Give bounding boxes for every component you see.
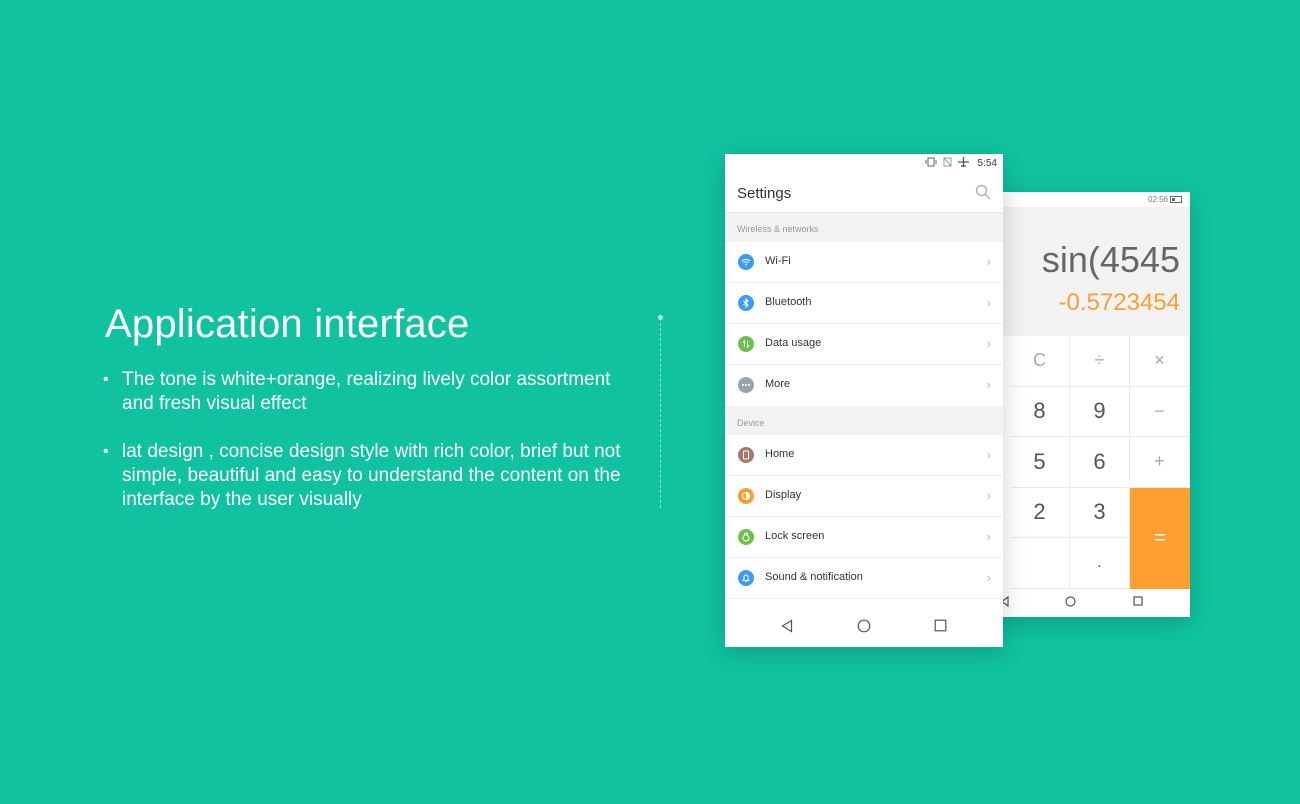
key-multiply[interactable]: × xyxy=(1130,336,1189,386)
feature-text: The tone is white+orange, realizing live… xyxy=(122,369,611,414)
settings-header: Settings xyxy=(725,174,1003,213)
chevron-right-icon: › xyxy=(986,529,991,544)
bluetooth-icon xyxy=(738,295,754,311)
key-blank[interactable] xyxy=(1010,538,1069,588)
section-title: Device xyxy=(737,418,765,428)
calc-expression: sin(4545 xyxy=(1041,239,1180,280)
settings-item-display[interactable]: Display › xyxy=(725,476,1003,517)
section-header-device: Device xyxy=(725,406,1003,435)
feature-bullet: • The tone is white+orange, realizing li… xyxy=(103,368,633,416)
section-title: Wireless & networks xyxy=(737,224,819,234)
settings-item-wifi[interactable]: Wi-Fi › xyxy=(725,242,1003,283)
settings-item-label: Home xyxy=(765,448,795,460)
bell-icon xyxy=(738,570,754,586)
search-icon[interactable] xyxy=(975,184,991,200)
settings-screen: 5:54 Settings Wireless & networks Wi-Fi … xyxy=(725,154,1003,647)
key-9[interactable]: 9 xyxy=(1070,386,1129,436)
key-equals[interactable]: = xyxy=(1130,487,1190,589)
settings-title: Settings xyxy=(737,185,792,202)
settings-item-label: Sound & notification xyxy=(765,571,863,583)
more-icon xyxy=(738,377,754,393)
key-dot[interactable]: . xyxy=(1070,538,1129,588)
key-divide[interactable]: ÷ xyxy=(1070,336,1129,386)
chevron-right-icon: › xyxy=(986,254,991,269)
key-6[interactable]: 6 xyxy=(1070,437,1129,487)
settings-item-lock-screen[interactable]: Lock screen › xyxy=(725,517,1003,558)
calc-status-bar: 02:56 xyxy=(1148,195,1182,204)
status-bar: 5:54 xyxy=(725,154,1003,174)
settings-item-label: Bluetooth xyxy=(765,296,812,308)
dashed-divider xyxy=(658,315,663,508)
display-icon xyxy=(738,488,754,504)
recents-icon[interactable] xyxy=(1133,596,1143,606)
status-icons xyxy=(925,157,969,170)
settings-item-bluetooth[interactable]: Bluetooth › xyxy=(725,283,1003,324)
calc-status-time: 02:56 xyxy=(1147,195,1168,204)
settings-item-label: Wi-Fi xyxy=(765,255,791,267)
chevron-right-icon: › xyxy=(986,377,991,392)
calc-result: -0.5723454 xyxy=(1058,289,1180,316)
feature-bullet: • lat design , concise design style with… xyxy=(103,440,633,512)
settings-item-home[interactable]: Home › xyxy=(725,435,1003,476)
key-2[interactable]: 2 xyxy=(1010,487,1069,537)
calc-nav-bar xyxy=(995,589,1190,617)
calc-keypad: C ÷ × 8 9 − 5 6 + 2 3 = . xyxy=(1010,336,1190,589)
feature-list: • The tone is white+orange, realizing li… xyxy=(103,368,633,536)
chevron-right-icon: › xyxy=(986,488,991,503)
bullet-dot: • xyxy=(103,443,109,460)
back-icon[interactable] xyxy=(781,619,793,633)
no-sim-icon xyxy=(943,157,952,167)
lock-icon xyxy=(738,529,754,545)
key-minus[interactable]: − xyxy=(1130,386,1189,436)
chevron-right-icon: › xyxy=(986,295,991,310)
home-nav-icon[interactable] xyxy=(857,619,871,633)
feature-text: lat design , concise design style with r… xyxy=(122,441,621,510)
settings-item-sound[interactable]: Sound & notification › xyxy=(725,558,1003,599)
wifi-icon xyxy=(738,254,754,270)
key-8[interactable]: 8 xyxy=(1010,386,1069,436)
key-3[interactable]: 3 xyxy=(1070,487,1129,537)
chevron-right-icon: › xyxy=(986,570,991,585)
home-icon xyxy=(738,447,754,463)
vibrate-icon xyxy=(925,157,937,167)
recents-icon[interactable] xyxy=(934,619,947,632)
key-clear[interactable]: C xyxy=(1010,336,1069,386)
settings-item-label: Display xyxy=(765,489,802,501)
page-title: Application interface xyxy=(105,302,470,346)
settings-item-label: More xyxy=(765,378,791,390)
calc-display: sin(4545 -0.5723454 xyxy=(995,207,1190,336)
battery-icon xyxy=(1170,196,1182,204)
settings-item-label: Data usage xyxy=(765,337,822,349)
divider-knob xyxy=(658,315,663,320)
home-nav-icon[interactable] xyxy=(1065,596,1076,607)
settings-nav-bar xyxy=(725,607,1003,647)
settings-item-label: Lock screen xyxy=(765,530,825,542)
section-header-wireless: Wireless & networks xyxy=(725,213,1003,242)
status-time: 5:54 xyxy=(977,158,997,169)
settings-item-more[interactable]: More › xyxy=(725,365,1003,406)
chevron-right-icon: › xyxy=(986,336,991,351)
data-usage-icon xyxy=(738,336,754,352)
bullet-dot: • xyxy=(103,371,109,388)
key-5[interactable]: 5 xyxy=(1010,437,1069,487)
calculator-screen: 02:56 sin(4545 -0.5723454 C ÷ × 8 9 − 5 … xyxy=(995,192,1190,617)
airplane-icon xyxy=(958,157,969,167)
chevron-right-icon: › xyxy=(986,447,991,462)
settings-item-data-usage[interactable]: Data usage › xyxy=(725,324,1003,365)
key-plus[interactable]: + xyxy=(1130,437,1189,487)
